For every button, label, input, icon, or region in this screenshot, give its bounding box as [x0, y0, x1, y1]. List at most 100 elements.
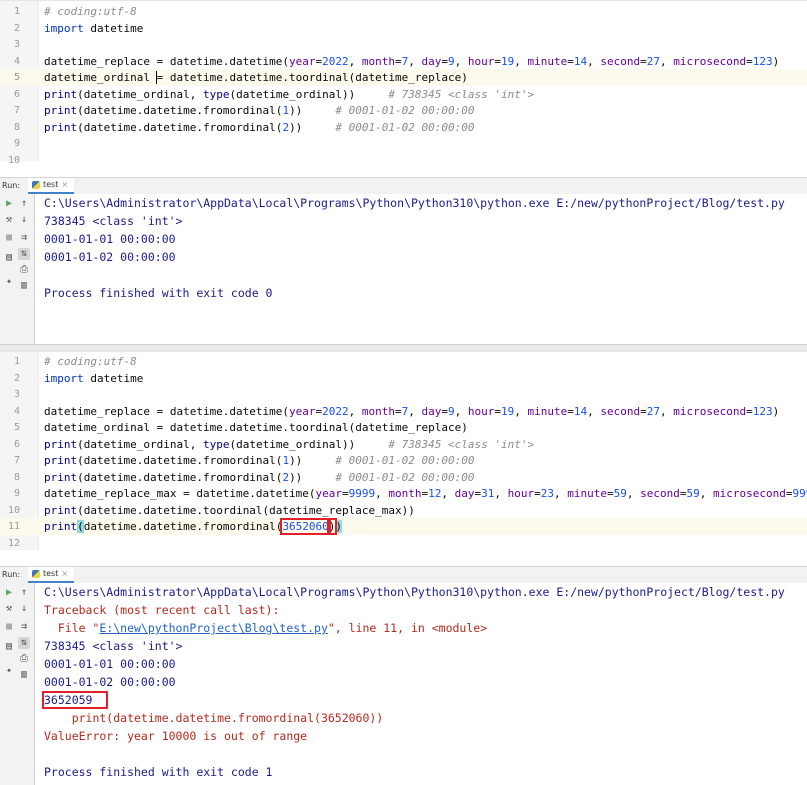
wrench-icon[interactable]: ⚒: [3, 214, 15, 226]
down-arrow-icon[interactable]: ↓: [18, 214, 30, 226]
code-token: microsecond: [673, 404, 747, 418]
console-line: Process finished with exit code 1: [44, 763, 272, 781]
code-line[interactable]: 1 # coding:utf-8: [0, 353, 807, 370]
run-tab-test[interactable]: test ×: [28, 178, 75, 194]
sort-icon[interactable]: ⇅: [18, 248, 30, 260]
play-icon[interactable]: ▶: [3, 198, 15, 210]
up-arrow-icon[interactable]: ↑: [18, 587, 30, 599]
code-token: 59: [686, 487, 700, 500]
code-token: print: [44, 454, 78, 467]
console-text: Traceback (most recent call last):: [44, 603, 280, 617]
print-icon[interactable]: ⎙: [18, 653, 30, 665]
code-token: minute: [567, 487, 608, 500]
code-line[interactable]: 7 print(datetime.datetime.fromordinal(1))…: [0, 452, 807, 469]
code-token: (datetime_ordinal,: [77, 437, 203, 451]
line-number: 3: [13, 389, 20, 400]
code-token: datetime: [83, 21, 144, 35]
code-line[interactable]: 4 datetime_replace = datetime.datetime(ye…: [0, 403, 807, 420]
code-line[interactable]: 9: [0, 135, 807, 152]
code-token: print: [44, 520, 78, 533]
play-icon[interactable]: ▶: [3, 587, 15, 599]
code-line[interactable]: 4 datetime_replace = datetime.datetime(ye…: [0, 53, 807, 70]
line-number: 2: [13, 22, 20, 34]
code-line[interactable]: 9 datetime_replace_max = datetime.datetim…: [0, 485, 807, 502]
console-line: C:\Users\Administrator\AppData\Local\Pro…: [44, 583, 785, 601]
code-token: =: [607, 487, 614, 500]
code-line[interactable]: 6 print(datetime_ordinal, type(datetime_o…: [0, 436, 807, 453]
code-token: (datetime.datetime.fromordinal(: [77, 120, 283, 134]
pin-icon[interactable]: ✦: [3, 665, 15, 677]
code-line[interactable]: 3: [0, 36, 807, 53]
code-token: minute: [527, 54, 568, 68]
code-line[interactable]: 2 import datetime: [0, 20, 807, 37]
run-console-2[interactable]: ▶ ↑ ⚒ ↓ ■ ⇉ ▤ ⇅ ⎙ ✦ ▥ C:\Users\Administr…: [0, 583, 807, 785]
code-token: year: [289, 54, 316, 68]
code-token: ,: [348, 54, 362, 68]
code-line[interactable]: 10 print(datetime.datetime.toordinal(date…: [0, 502, 807, 519]
down-arrow-icon[interactable]: ↓: [18, 603, 30, 615]
wrench-icon[interactable]: ⚒: [3, 603, 15, 615]
code-token: (datetime_ordinal,: [77, 87, 203, 101]
console-text: 738345 <class 'int'>: [44, 639, 183, 653]
line-number: 10: [7, 154, 20, 166]
code-line[interactable]: 2 import datetime: [0, 370, 807, 387]
code-token: =: [640, 404, 647, 418]
line-number: 9: [13, 138, 20, 149]
run-label: Run:: [2, 181, 21, 190]
close-tab-icon[interactable]: ×: [61, 180, 68, 189]
code-token: # 0001-01-02 00:00:00: [335, 454, 475, 467]
code-line[interactable]: 1 # coding:utf-8: [0, 3, 807, 20]
code-token: =: [534, 487, 541, 500]
line-number: 7: [13, 105, 20, 116]
up-arrow-icon[interactable]: ↑: [18, 198, 30, 210]
code-line[interactable]: 8 print(datetime.datetime.fromordinal(2))…: [0, 469, 807, 486]
code-line[interactable]: 8 print(datetime.datetime.fromordinal(2))…: [0, 119, 807, 136]
trash-icon[interactable]: ▥: [18, 669, 30, 681]
sort-icon[interactable]: ⇅: [18, 637, 30, 649]
code-token: (datetime_ordinal)): [229, 437, 389, 451]
code-line[interactable]: 6 print(datetime_ordinal, type(datetime_o…: [0, 86, 807, 103]
console-text: Process finished with exit code 0: [44, 286, 273, 300]
code-token: 19: [501, 404, 515, 418]
code-editor-2[interactable]: 1 # coding:utf-8 2 import datetime 3 4 datetim…: [0, 351, 807, 550]
code-token: day: [421, 404, 442, 418]
code-token: 12: [428, 487, 442, 500]
code-line[interactable]: 7 print(datetime.datetime.fromordinal(1))…: [0, 102, 807, 119]
pin-icon[interactable]: ✦: [3, 276, 15, 288]
code-token: hour: [467, 404, 495, 418]
trash-icon[interactable]: ▥: [18, 280, 30, 292]
code-line[interactable]: 5 datetime_ordinal = datetime.datetime.to…: [0, 419, 807, 436]
wrap-icon[interactable]: ⇉: [18, 621, 30, 633]
run-tab-test[interactable]: test ×: [28, 567, 75, 583]
stop-icon[interactable]: ■: [3, 232, 15, 244]
code-token: 999999: [792, 487, 807, 500]
code-token: (datetime.datetime.fromordinal(: [77, 454, 283, 467]
wrap-icon[interactable]: ⇉: [18, 232, 30, 244]
layout-icon[interactable]: ▤: [3, 252, 15, 264]
code-token: datetime_replace_max = datetime.datetime…: [44, 487, 316, 500]
code-token: import: [44, 21, 84, 35]
code-token: )): [289, 104, 336, 117]
code-line[interactable]: 12: [0, 535, 807, 552]
code-token: ,: [554, 487, 568, 500]
stop-icon[interactable]: ■: [3, 621, 15, 633]
code-token: hour: [507, 487, 535, 500]
code-line[interactable]: 5 datetime_ordinal = datetime.datetime.to…: [0, 69, 807, 86]
code-token: datetime.datetime.fromordinal(: [83, 520, 283, 533]
code-editor-1[interactable]: 1 # coding:utf-8 2 import datetime 3 4 datetim…: [0, 0, 807, 166]
code-token: second: [640, 487, 680, 500]
code-token: ): [772, 404, 780, 418]
run-console-1[interactable]: ▶ ↑ ⚒ ↓ ■ ⇉ ▤ ⇅ ⎙ ✦ ▥ C:\Users\Administr…: [0, 194, 807, 344]
code-token: ,: [514, 54, 528, 68]
print-icon[interactable]: ⎙: [18, 264, 30, 276]
code-token: year: [315, 487, 343, 500]
code-token: # 738345 <class 'int'>: [388, 437, 535, 451]
console-line: 0001-01-02 00:00:00: [44, 248, 176, 266]
close-tab-icon[interactable]: ×: [61, 569, 68, 578]
layout-icon[interactable]: ▤: [3, 641, 15, 653]
file-link[interactable]: E:\new\pythonProject\Blog\test.py: [99, 621, 327, 635]
code-line[interactable]: 3: [0, 386, 807, 403]
code-text: print(datetime.datetime.fromordinal(1)) …: [44, 452, 475, 469]
code-line[interactable]: 11 print(datetime.datetime.fromordinal(36…: [0, 518, 807, 535]
code-line[interactable]: 10: [0, 152, 807, 169]
